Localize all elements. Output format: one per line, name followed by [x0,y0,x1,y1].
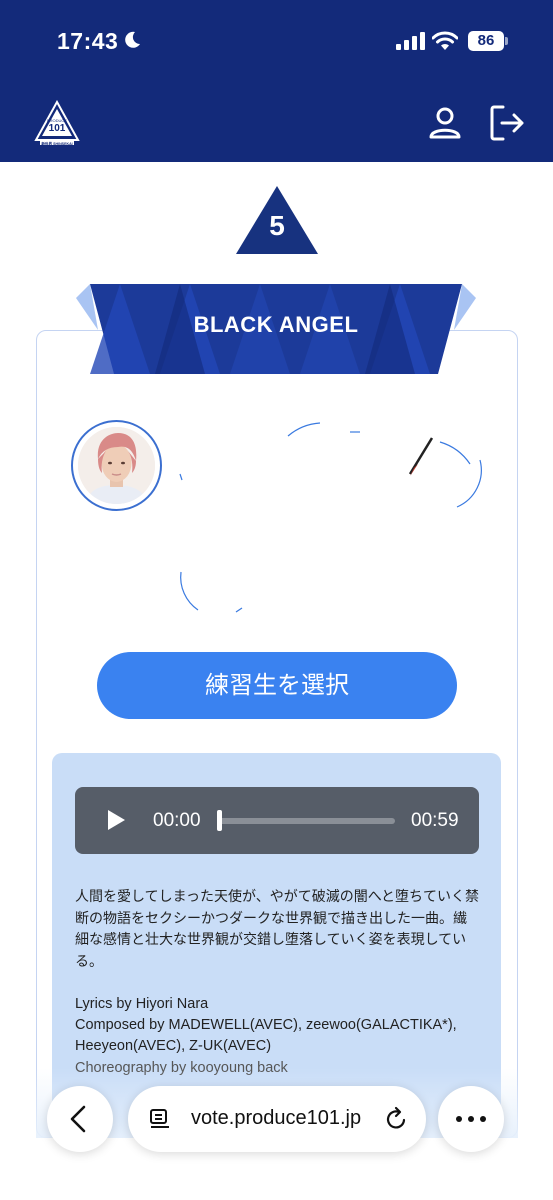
song-title: BLACK ANGEL [193,312,359,337]
produce101-logo[interactable]: 101 PRODUCE 新世界 SHINSEKAI [34,99,80,146]
user-icon[interactable] [428,106,462,145]
trainee-avatar[interactable] [71,420,162,511]
logo-subtitle: 新世界 SHINSEKAI [41,141,72,146]
composed-credit: Composed by MADEWELL(AVEC), zeewoo(GALAC… [75,1017,457,1055]
wifi-icon [431,31,459,56]
progress-thumb[interactable] [217,810,222,831]
logo-word: PRODUCE [47,118,67,123]
lyrics-credit: Lyrics by Hiyori Nara [75,996,209,1012]
logout-icon[interactable] [489,104,525,147]
back-button[interactable] [47,1086,113,1152]
select-trainee-button[interactable]: 練習生を選択 [97,652,457,719]
play-icon[interactable] [106,809,126,836]
song-description: 人間を愛してしまった天使が、やがて破滅の闇へと堕ちていく禁断の物語をセクシーかつ… [75,889,480,970]
moon-icon [122,30,142,55]
battery-tip [505,37,508,45]
page-menu-icon[interactable] [148,1107,172,1136]
app-header: 17:43 86 101 PRODUCE 新世界 SHINSEKAI [0,0,553,162]
song-credits: Lyrics by Hiyori Nara Composed by MADEWE… [75,994,480,1079]
duration-time: 00:59 [411,810,459,831]
status-bar: 17:43 86 [0,0,553,80]
address-bar[interactable]: vote.produce101.jp [128,1086,426,1152]
loading-arcs [170,418,490,623]
signal-icon [396,32,426,55]
url-text[interactable]: vote.produce101.jp [191,1107,361,1130]
more-options-button[interactable] [438,1086,504,1152]
trainee-photo [78,427,155,504]
logo-number: 101 [49,123,66,134]
current-time: 00:00 [153,810,201,831]
status-time: 17:43 [57,28,119,54]
progress-track[interactable] [219,818,395,824]
battery-indicator: 86 [468,31,504,51]
reload-icon[interactable] [383,1106,409,1137]
song-number: 5 [269,210,285,241]
audio-player: 00:00 00:59 [75,787,479,854]
